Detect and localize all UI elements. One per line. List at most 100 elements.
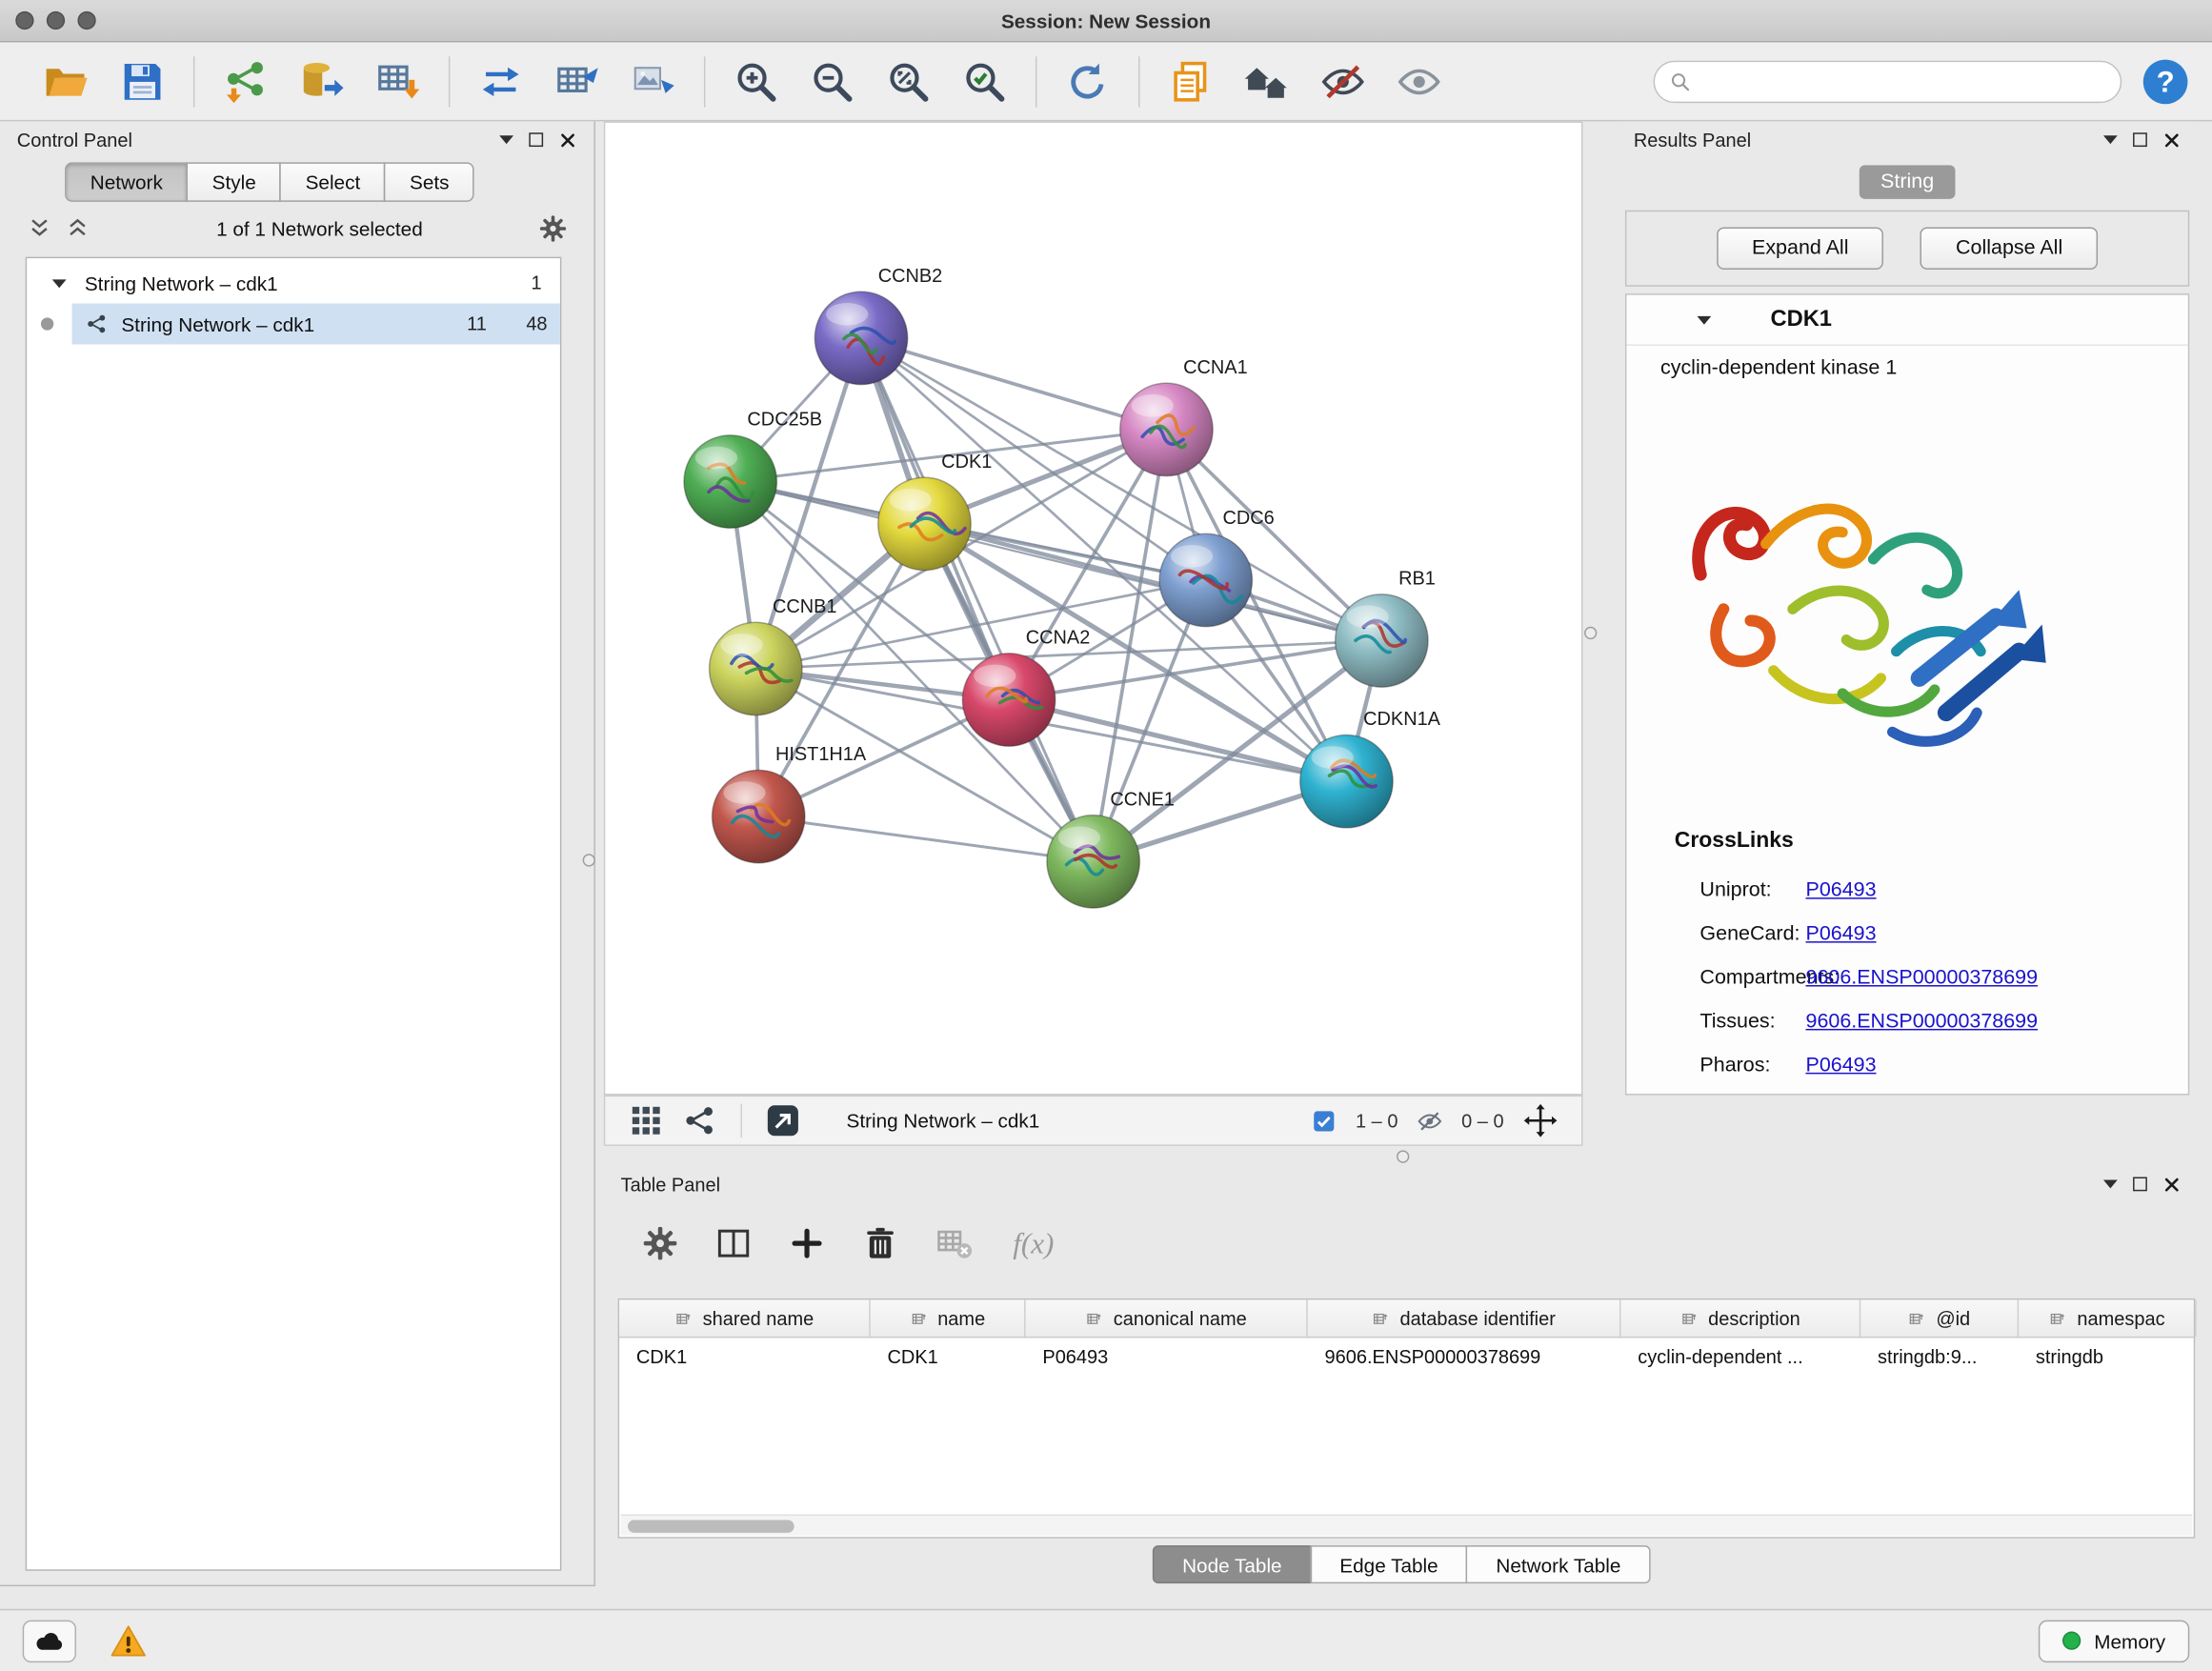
network-merge-icon[interactable] <box>473 51 529 111</box>
right-splitter-handle[interactable] <box>1584 627 1597 639</box>
column-header-id[interactable]: @id <box>1860 1299 2019 1337</box>
network-collection-row[interactable]: String Network – cdk1 1 <box>27 263 560 304</box>
float-panel-icon[interactable] <box>2133 1178 2147 1192</box>
crosslink-link-pharos[interactable]: P06493 <box>1806 1054 1877 1077</box>
node-HIST1H1A[interactable] <box>713 770 805 862</box>
minimize-window-button[interactable] <box>47 11 65 30</box>
cell-description[interactable]: cyclin-dependent ... <box>1621 1346 1861 1367</box>
copy-annotation-icon[interactable] <box>1162 51 1218 111</box>
cell-name[interactable]: CDK1 <box>871 1346 1026 1367</box>
collapse-all-button[interactable]: Collapse All <box>1920 228 2098 270</box>
column-header-name[interactable]: name <box>871 1299 1026 1337</box>
node-RB1[interactable] <box>1336 594 1428 687</box>
crosslink-link-compartments[interactable]: 9606.ENSP00000378699 <box>1806 966 2039 989</box>
node-CDK1[interactable] <box>878 477 971 570</box>
bottom-splitter-handle[interactable] <box>1397 1150 1409 1162</box>
open-session-icon[interactable] <box>38 51 94 111</box>
float-panel-icon[interactable] <box>529 132 543 147</box>
help-icon[interactable]: ? <box>2139 51 2192 111</box>
network-canvas[interactable]: CCNB2CCNA1CDC25BCDK1CDC6RB1CCNB1CCNA2CDK… <box>604 121 1583 1095</box>
crosslink-link-genecard[interactable]: P06493 <box>1806 922 1877 945</box>
collapse-all-networks-icon[interactable] <box>26 214 54 243</box>
close-window-button[interactable] <box>15 11 33 30</box>
function-builder-button[interactable]: f(x) <box>1013 1226 1054 1261</box>
zoom-fit-icon[interactable] <box>880 51 936 111</box>
node-CCNE1[interactable] <box>1047 815 1139 908</box>
cell-shared-name[interactable]: CDK1 <box>619 1346 871 1367</box>
search-box[interactable] <box>1654 60 2122 102</box>
edge-CCNB2-CCNA1[interactable] <box>861 338 1166 430</box>
selected-count-checkbox-icon[interactable] <box>1311 1107 1337 1134</box>
hidden-count-eye-icon[interactable] <box>1417 1107 1443 1134</box>
cybrowser-home-icon[interactable] <box>1238 51 1295 111</box>
cell-namespac[interactable]: stringdb <box>2019 1346 2197 1367</box>
zoom-in-icon[interactable] <box>728 51 784 111</box>
panel-menu-icon[interactable] <box>499 135 513 144</box>
edge-HIST1H1A-CCNE1[interactable] <box>758 816 1093 861</box>
cell-id[interactable]: stringdb:9... <box>1860 1346 2019 1367</box>
close-panel-icon[interactable] <box>558 131 576 149</box>
node-CCNB2[interactable] <box>814 292 907 384</box>
zoom-out-icon[interactable] <box>804 51 860 111</box>
save-session-icon[interactable] <box>114 51 171 111</box>
tab-network-table[interactable]: Network Table <box>1466 1545 1650 1583</box>
cell-canonical-name[interactable]: P06493 <box>1026 1346 1308 1367</box>
panel-menu-icon[interactable] <box>2103 1179 2118 1188</box>
show-columns-icon[interactable] <box>714 1223 753 1262</box>
tab-sets[interactable]: Sets <box>384 162 474 201</box>
network-row[interactable]: String Network – cdk1 11 48 <box>27 304 560 345</box>
gene-collapse-icon[interactable] <box>1697 315 1711 324</box>
left-splitter-handle[interactable] <box>583 854 595 866</box>
node-CDC6[interactable] <box>1159 534 1252 626</box>
node-CCNA1[interactable] <box>1120 383 1213 475</box>
node-CCNA2[interactable] <box>962 654 1055 746</box>
column-header-description[interactable]: description <box>1621 1299 1861 1337</box>
network-options-gear-icon[interactable] <box>537 213 569 245</box>
horizontal-scrollbar-thumb[interactable] <box>628 1520 794 1532</box>
tab-style[interactable]: Style <box>187 162 281 201</box>
memory-button[interactable]: Memory <box>2039 1620 2189 1661</box>
collection-collapse-icon[interactable] <box>52 279 67 288</box>
column-header-shared-name[interactable]: shared name <box>619 1299 871 1337</box>
maximize-window-button[interactable] <box>77 11 95 30</box>
close-panel-icon[interactable] <box>2162 1175 2181 1193</box>
node-CCNB1[interactable] <box>710 622 802 715</box>
node-CDKN1A[interactable] <box>1300 735 1393 827</box>
expand-all-networks-icon[interactable] <box>64 214 92 243</box>
table-row[interactable]: CDK1CDK1P064939606.ENSP00000378699cyclin… <box>619 1338 2194 1376</box>
panel-menu-icon[interactable] <box>2103 135 2118 144</box>
tab-network[interactable]: Network <box>65 162 188 201</box>
tab-select[interactable]: Select <box>280 162 386 201</box>
tab-string[interactable]: String <box>1860 165 1956 199</box>
horizontal-scrollbar-track[interactable] <box>621 1515 2193 1536</box>
refresh-layout-icon[interactable] <box>1059 51 1116 111</box>
crosslink-link-tissues[interactable]: 9606.ENSP00000378699 <box>1806 1010 2039 1033</box>
delete-column-icon[interactable] <box>860 1223 899 1262</box>
column-header-namespac[interactable]: namespac <box>2019 1299 2197 1337</box>
crosslink-link-uniprot[interactable]: P06493 <box>1806 878 1877 901</box>
import-network-database-icon[interactable] <box>293 51 350 111</box>
pan-crosshair-icon[interactable] <box>1522 1102 1559 1139</box>
network-select-icon[interactable] <box>681 1102 718 1139</box>
add-column-icon[interactable] <box>787 1223 826 1262</box>
import-table-file-icon[interactable] <box>370 51 426 111</box>
import-network-file-icon[interactable] <box>217 51 273 111</box>
zoom-selected-icon[interactable] <box>956 51 1013 111</box>
tab-node-table[interactable]: Node Table <box>1153 1545 1312 1583</box>
hide-selection-icon[interactable] <box>1315 51 1371 111</box>
show-all-icon[interactable] <box>1391 51 1447 111</box>
table-settings-gear-icon[interactable] <box>640 1223 679 1262</box>
search-input[interactable] <box>1693 63 2121 100</box>
cloud-button[interactable] <box>23 1620 76 1661</box>
warnings-button[interactable] <box>108 1620 150 1661</box>
export-table-icon[interactable] <box>549 51 605 111</box>
column-header-canonical-name[interactable]: canonical name <box>1026 1299 1308 1337</box>
expand-all-button[interactable]: Expand All <box>1717 228 1884 270</box>
cell-database-identifier[interactable]: 9606.ENSP00000378699 <box>1308 1346 1621 1367</box>
column-header-database-identifier[interactable]: database identifier <box>1308 1299 1621 1337</box>
export-image-icon[interactable] <box>625 51 681 111</box>
close-panel-icon[interactable] <box>2162 131 2181 149</box>
birdseye-view-icon[interactable] <box>765 1102 802 1139</box>
delete-table-icon[interactable] <box>934 1223 973 1262</box>
tab-edge-table[interactable]: Edge Table <box>1310 1545 1468 1583</box>
